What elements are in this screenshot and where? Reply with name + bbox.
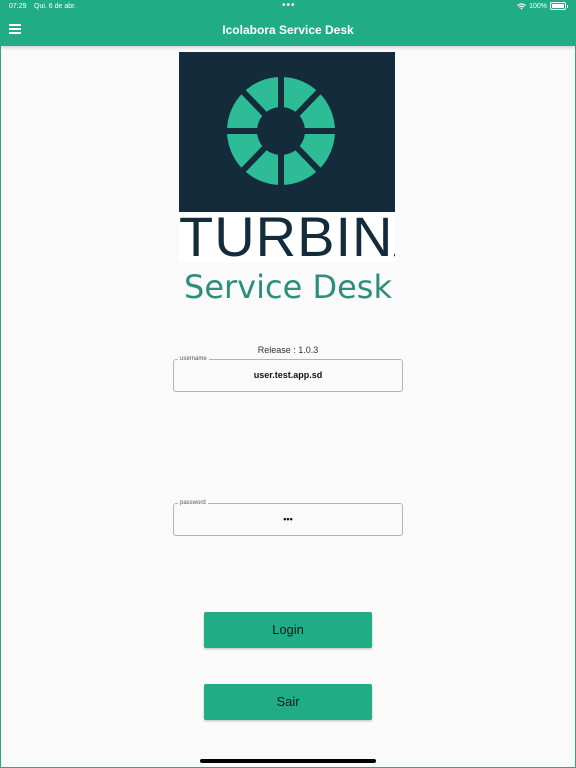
password-field[interactable]: password ••• (173, 499, 403, 536)
password-value: ••• (283, 514, 293, 524)
wifi-icon (517, 2, 526, 10)
battery-percent: 100% (529, 2, 547, 10)
service-desk-subtitle: Service Desk (184, 268, 392, 306)
exit-button[interactable]: Sair (204, 684, 372, 720)
status-time: 07:29 (9, 3, 27, 10)
app-bar: Icolabora Service Desk (0, 14, 576, 46)
multitasking-dots-icon[interactable]: ••• (282, 0, 296, 12)
username-field[interactable]: username user.test.app.sd (173, 355, 403, 392)
logo-wordmark: TURBINA (179, 205, 395, 262)
battery-icon (550, 2, 566, 10)
app-title: Icolabora Service Desk (222, 23, 354, 37)
status-date: Qui. 6 de abr. (34, 3, 77, 10)
password-label: password (178, 499, 208, 507)
username-label: username (178, 355, 209, 363)
status-right: 100% (517, 2, 568, 10)
username-value: user.test.app.sd (253, 370, 323, 380)
turbina-logo: TURBINA (179, 52, 395, 262)
status-bar: 07:29 Qui. 6 de abr. ••• 100% (0, 0, 576, 14)
home-indicator[interactable] (200, 759, 376, 763)
turbine-icon (227, 77, 335, 185)
login-button[interactable]: Login (204, 612, 372, 648)
battery-tip (567, 4, 568, 8)
release-version: Release : 1.0.3 (257, 345, 319, 355)
